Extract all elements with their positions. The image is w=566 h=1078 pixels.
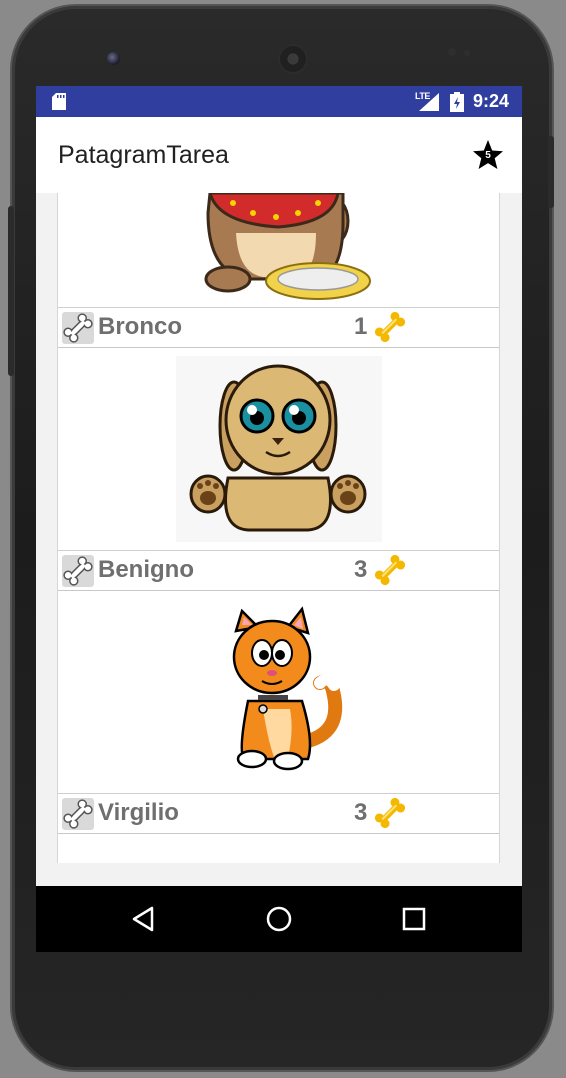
pet-photo xyxy=(58,348,499,550)
pet-name: Virgilio xyxy=(98,799,179,826)
app-bar: PatagramTarea 5 xyxy=(36,117,522,193)
bone-icon xyxy=(62,798,94,830)
pet-rating: 3 xyxy=(354,556,368,583)
pet-card-partial xyxy=(57,834,500,863)
app-title: PatagramTarea xyxy=(58,141,229,169)
pet-rating: 1 xyxy=(354,313,368,340)
pet-info-bar: Bronco 1 xyxy=(58,307,499,349)
pet-info-bar: Virgilio 3 xyxy=(58,793,499,835)
pet-name: Benigno xyxy=(98,556,194,583)
volume-button xyxy=(8,206,14,376)
gold-bone-icon xyxy=(374,797,406,829)
status-time: 9:24 xyxy=(473,91,510,111)
pet-card: Bronco 1 xyxy=(57,193,500,349)
sd-card-icon xyxy=(52,93,66,110)
light-sensor xyxy=(464,50,470,56)
recents-icon[interactable] xyxy=(399,904,429,934)
like-button[interactable] xyxy=(62,555,94,587)
gold-bone-icon xyxy=(374,554,406,586)
bone-icon xyxy=(62,555,94,587)
pet-rating: 3 xyxy=(354,799,368,826)
gold-bone-icon xyxy=(374,311,406,343)
back-icon[interactable] xyxy=(129,904,159,934)
status-bar: LTE 9:24 xyxy=(36,86,522,117)
pet-card: Benigno 3 xyxy=(57,348,500,592)
front-camera xyxy=(107,52,120,65)
pet-photo xyxy=(58,193,499,307)
favorites-count: 5 xyxy=(485,150,491,161)
earpiece-speaker xyxy=(280,46,306,72)
screen: LTE 9:24 PatagramTarea 5 Bronco 1 Benign… xyxy=(36,86,522,886)
pet-photo xyxy=(58,591,499,793)
proximity-sensor xyxy=(448,48,456,56)
favorites-button[interactable]: 5 xyxy=(472,139,504,171)
home-icon[interactable] xyxy=(264,904,294,934)
like-button[interactable] xyxy=(62,798,94,830)
pet-info-bar: Benigno 3 xyxy=(58,550,499,592)
signal-icon xyxy=(419,93,439,111)
power-button xyxy=(548,136,554,208)
like-button[interactable] xyxy=(62,312,94,344)
navigation-bar xyxy=(36,886,522,952)
battery-icon xyxy=(450,92,464,112)
pet-name: Bronco xyxy=(98,313,182,340)
pet-list[interactable]: Bronco 1 Benigno 3 Virgilio 3 xyxy=(36,193,522,863)
bone-icon xyxy=(62,312,94,344)
pet-card: Virgilio 3 xyxy=(57,591,500,835)
